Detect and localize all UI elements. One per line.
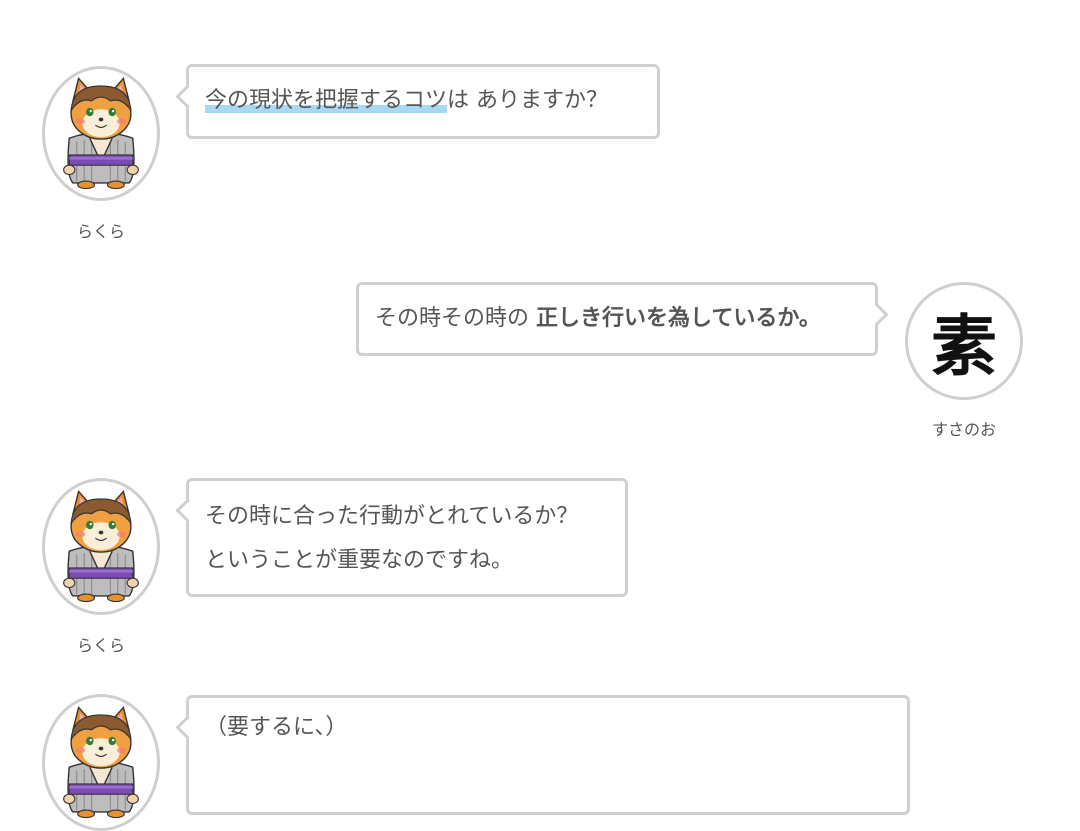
bubble-text: その時に合った行動がとれているか？ (205, 504, 579, 529)
speaker-name: すさのお (931, 420, 996, 439)
speaker-name: らくら (76, 222, 125, 241)
kanji-su-icon: 素 (931, 308, 997, 385)
speech-bubble: その時その時の 正しき行いを為しているか。 (356, 282, 889, 356)
hamster-kimono-icon (62, 77, 140, 190)
highlight-marker: 今の現状を把握するコツ (205, 88, 448, 113)
bubble-text: その時その時の (375, 306, 536, 331)
speech-bubble: 今の現状を把握するコツは ありますか？ (175, 64, 660, 139)
bubble-tail (175, 715, 200, 740)
hamster-kimono-icon (62, 490, 140, 603)
avatar (42, 478, 160, 615)
bubble-text: ということが重要なのですね。 (205, 548, 514, 573)
bubble-tail (175, 498, 200, 523)
bubble-text: は ありますか？ (447, 88, 609, 113)
bubble-line: その時その時の 正しき行いを為しているか。 (375, 297, 859, 341)
bubble-line: 今の現状を把握するコツは ありますか？ (205, 79, 641, 123)
bubble-tail (864, 302, 889, 327)
bubble-text: （要するに、） (205, 715, 348, 740)
speech-bubble: その時に合った行動がとれているか？ ということが重要なのですね。 (175, 478, 628, 597)
avatar: 素 (905, 282, 1023, 400)
bubble-bold-text: 正しき行いを為しているか。 (536, 306, 821, 331)
hamster-kimono-icon (62, 706, 140, 819)
avatar (42, 66, 160, 201)
speech-bubble: （要するに、） (175, 695, 910, 815)
avatar (42, 694, 160, 831)
speaker-name: らくら (76, 636, 125, 655)
bubble-tail (175, 84, 200, 109)
